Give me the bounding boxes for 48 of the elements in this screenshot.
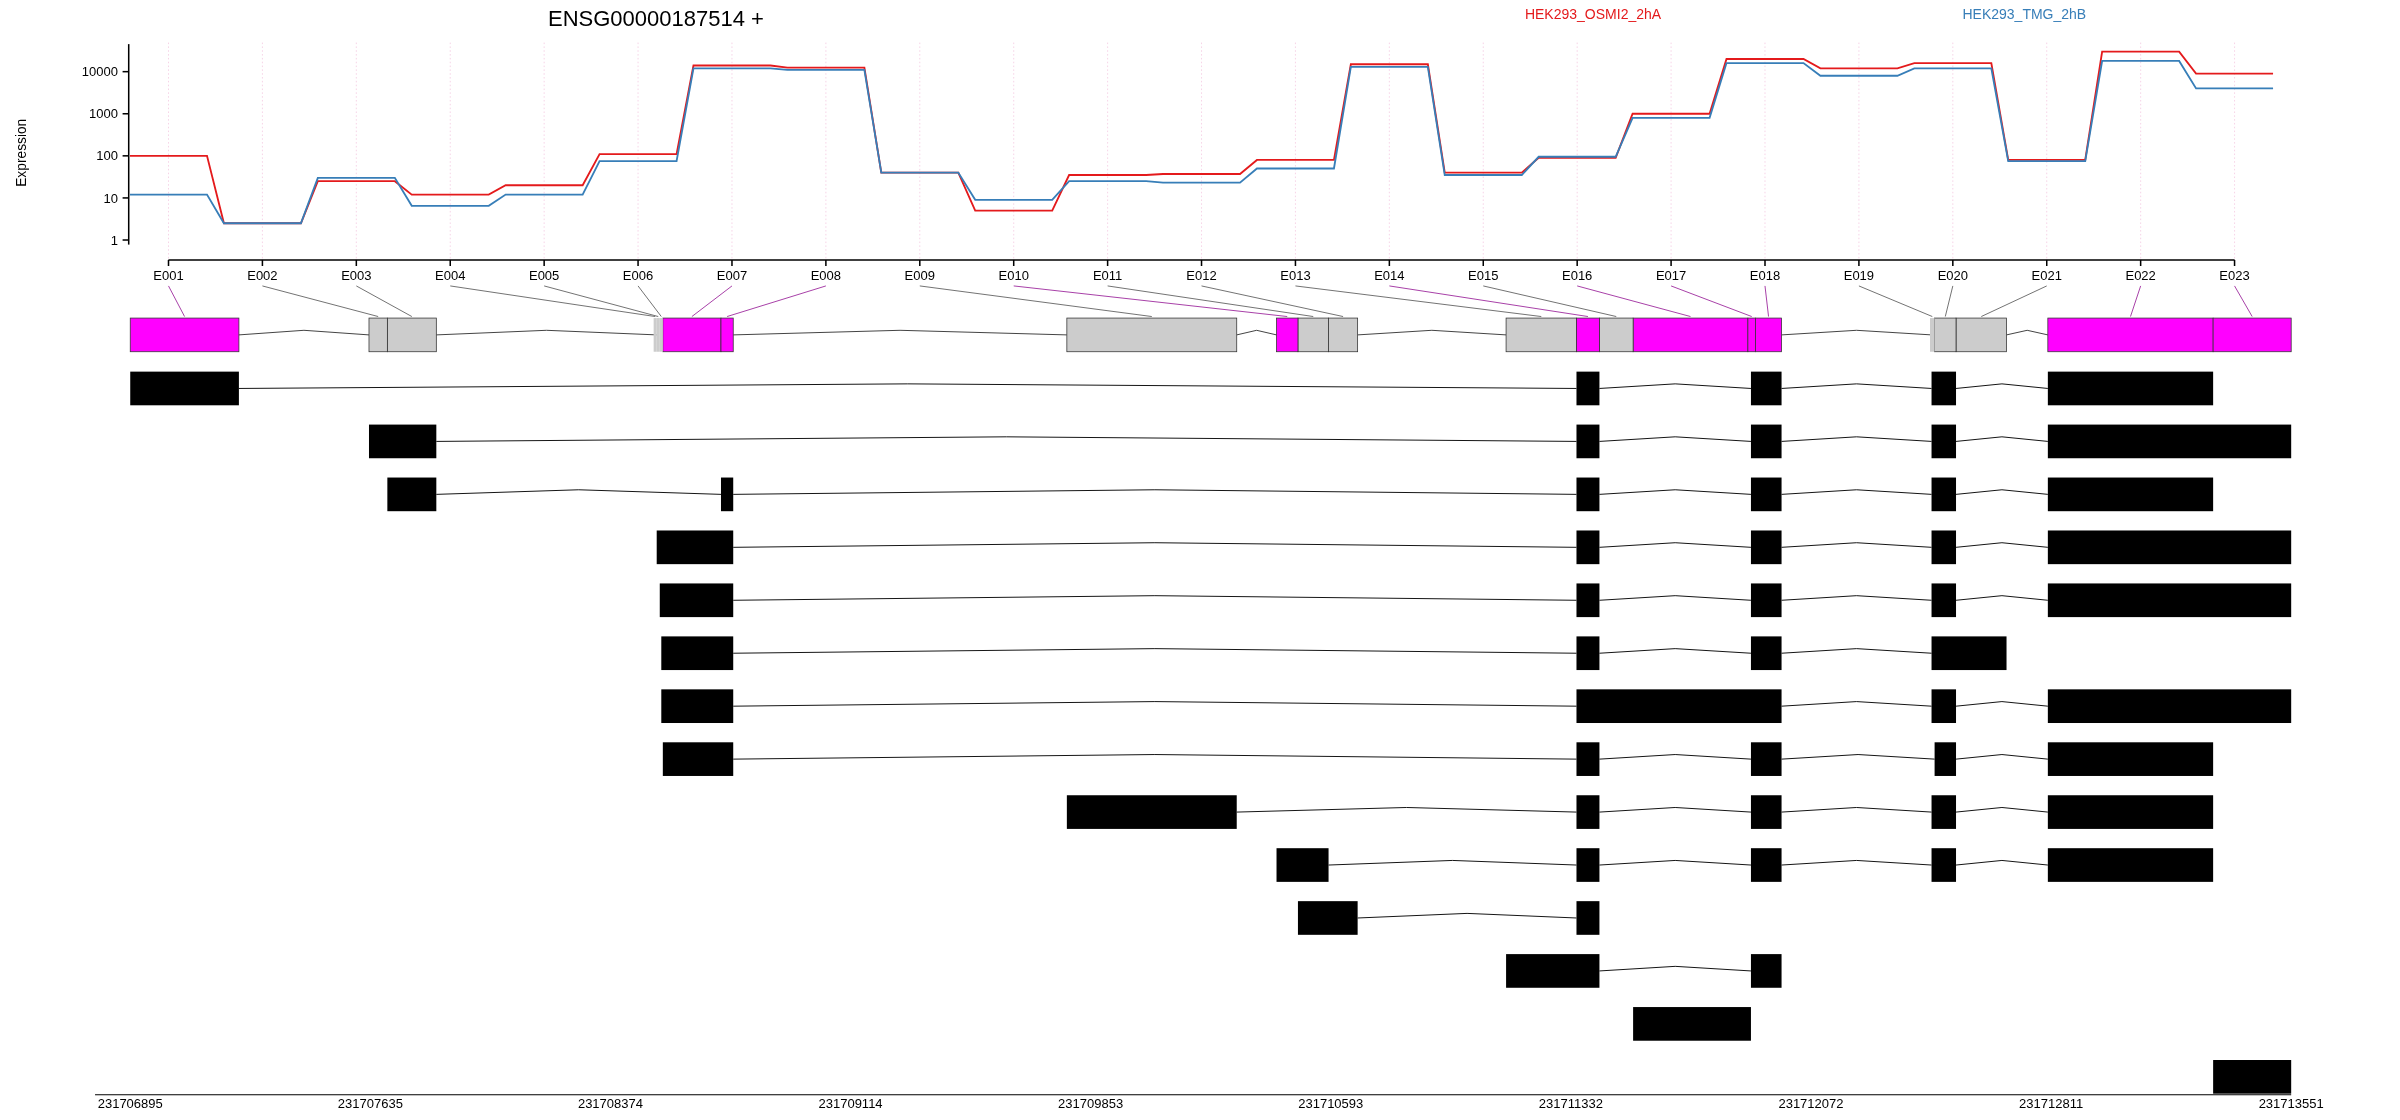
exon-label: E012 [1186, 267, 1217, 283]
exon-label: E009 [904, 267, 935, 283]
leader-line [2130, 285, 2142, 317]
tick-label: 1000 [89, 106, 118, 122]
exon-label: E015 [1468, 267, 1499, 283]
coordinate-label: 231712811 [2019, 1095, 2084, 1111]
axis-title: Expression [14, 118, 30, 187]
tick-label: 10000 [81, 64, 118, 80]
exon-label: E017 [1655, 267, 1687, 283]
exon-label: E007 [716, 267, 748, 283]
exon-label: E019 [1843, 267, 1875, 283]
exon-label: E016 [1562, 267, 1593, 283]
tick-label: 10 [103, 190, 118, 206]
exon-label: E020 [1937, 267, 1968, 283]
tick-label: 100 [96, 148, 118, 164]
exon-label: E005 [528, 267, 560, 283]
coordinate-label: 231708374 [577, 1095, 643, 1111]
legend-label: HEK293_TMG_2hB [1962, 6, 2087, 22]
tick-label: 1 [110, 232, 118, 248]
exon-label: E003 [341, 267, 372, 283]
exon-label: E013 [1280, 267, 1311, 283]
coordinate-label: 231706895 [97, 1095, 163, 1111]
leader-line [168, 285, 186, 317]
exon-label: E008 [810, 267, 842, 283]
exon-label: E011 [1092, 267, 1123, 283]
coordinate-label: 231709114 [818, 1095, 883, 1111]
exon-label: E023 [2219, 267, 2250, 283]
plot-title: ENSG00000187514 + [548, 6, 764, 31]
leader-line [2234, 285, 2253, 317]
exon-label: E014 [1374, 267, 1405, 283]
exon-label: E022 [2125, 267, 2156, 283]
exon-label: E010 [998, 267, 1029, 283]
exon-label: E002 [247, 267, 278, 283]
coordinate-label: 231713551 [2258, 1095, 2324, 1111]
leader-line [1980, 285, 2048, 317]
exon-label: E004 [435, 267, 466, 283]
coordinate-label: 231711332 [1538, 1095, 1603, 1111]
coordinate-label: 231712072 [1778, 1095, 1844, 1111]
leader-line [1764, 285, 1769, 317]
exon-label: E021 [2031, 267, 2062, 283]
exon-label: E018 [1749, 267, 1781, 283]
exon-label: E006 [622, 267, 654, 283]
coordinate-label: 231707635 [337, 1095, 403, 1111]
coordinate-label: 231709853 [1058, 1095, 1124, 1111]
leader-line [1944, 285, 1954, 317]
exon-label: E001 [153, 267, 184, 283]
coordinate-label: 231710593 [1298, 1095, 1364, 1111]
legend-label: HEK293_OSMI2_2hA [1524, 6, 1662, 22]
